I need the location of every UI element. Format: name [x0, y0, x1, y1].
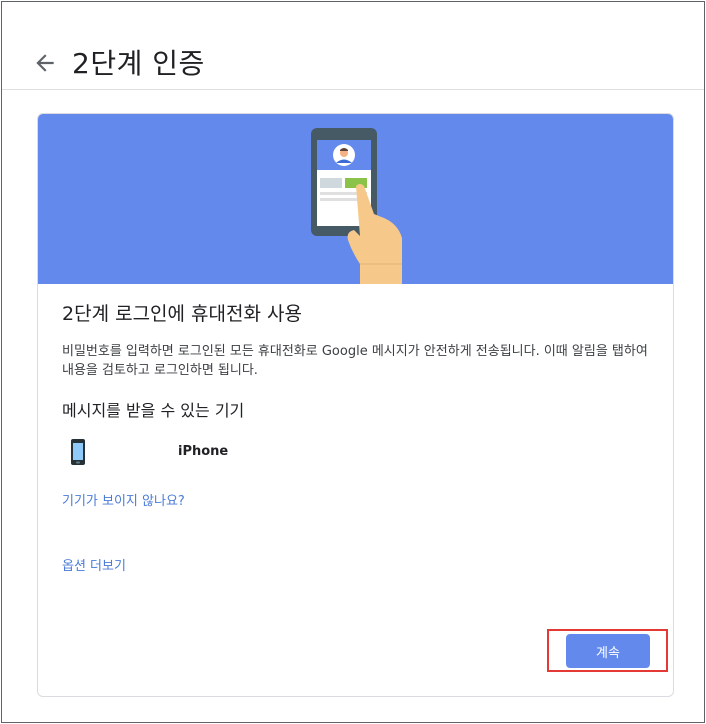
card-title: 2단계 로그인에 휴대전화 사용 — [62, 303, 302, 325]
window-frame: 2단계 인증 2단계 로그인에 휴대전화 사용 비밀번호를 입력하면 로그인된 … — [1, 1, 705, 723]
device-name: iPhone — [178, 444, 229, 459]
page-header: 2단계 인증 — [2, 2, 704, 90]
banner — [38, 114, 673, 284]
devices-heading: 메시지를 받을 수 있는 기기 — [62, 401, 245, 420]
missing-device-link[interactable]: 기기가 보이지 않나요? — [62, 490, 185, 509]
back-button[interactable] — [32, 50, 58, 76]
arrow-back-icon — [36, 54, 54, 72]
more-options-link[interactable]: 옵션 더보기 — [62, 555, 126, 574]
card-description: 비밀번호를 입력하면 로그인된 모든 휴대전화로 Google 메시지가 안전하… — [62, 344, 648, 378]
page-title: 2단계 인증 — [72, 47, 205, 80]
smartphone-icon — [71, 439, 85, 465]
phone-tap-illustration — [311, 128, 402, 284]
continue-button[interactable]: 계속 — [566, 634, 650, 668]
setup-card: 2단계 로그인에 휴대전화 사용 비밀번호를 입력하면 로그인된 모든 휴대전화… — [37, 113, 674, 697]
